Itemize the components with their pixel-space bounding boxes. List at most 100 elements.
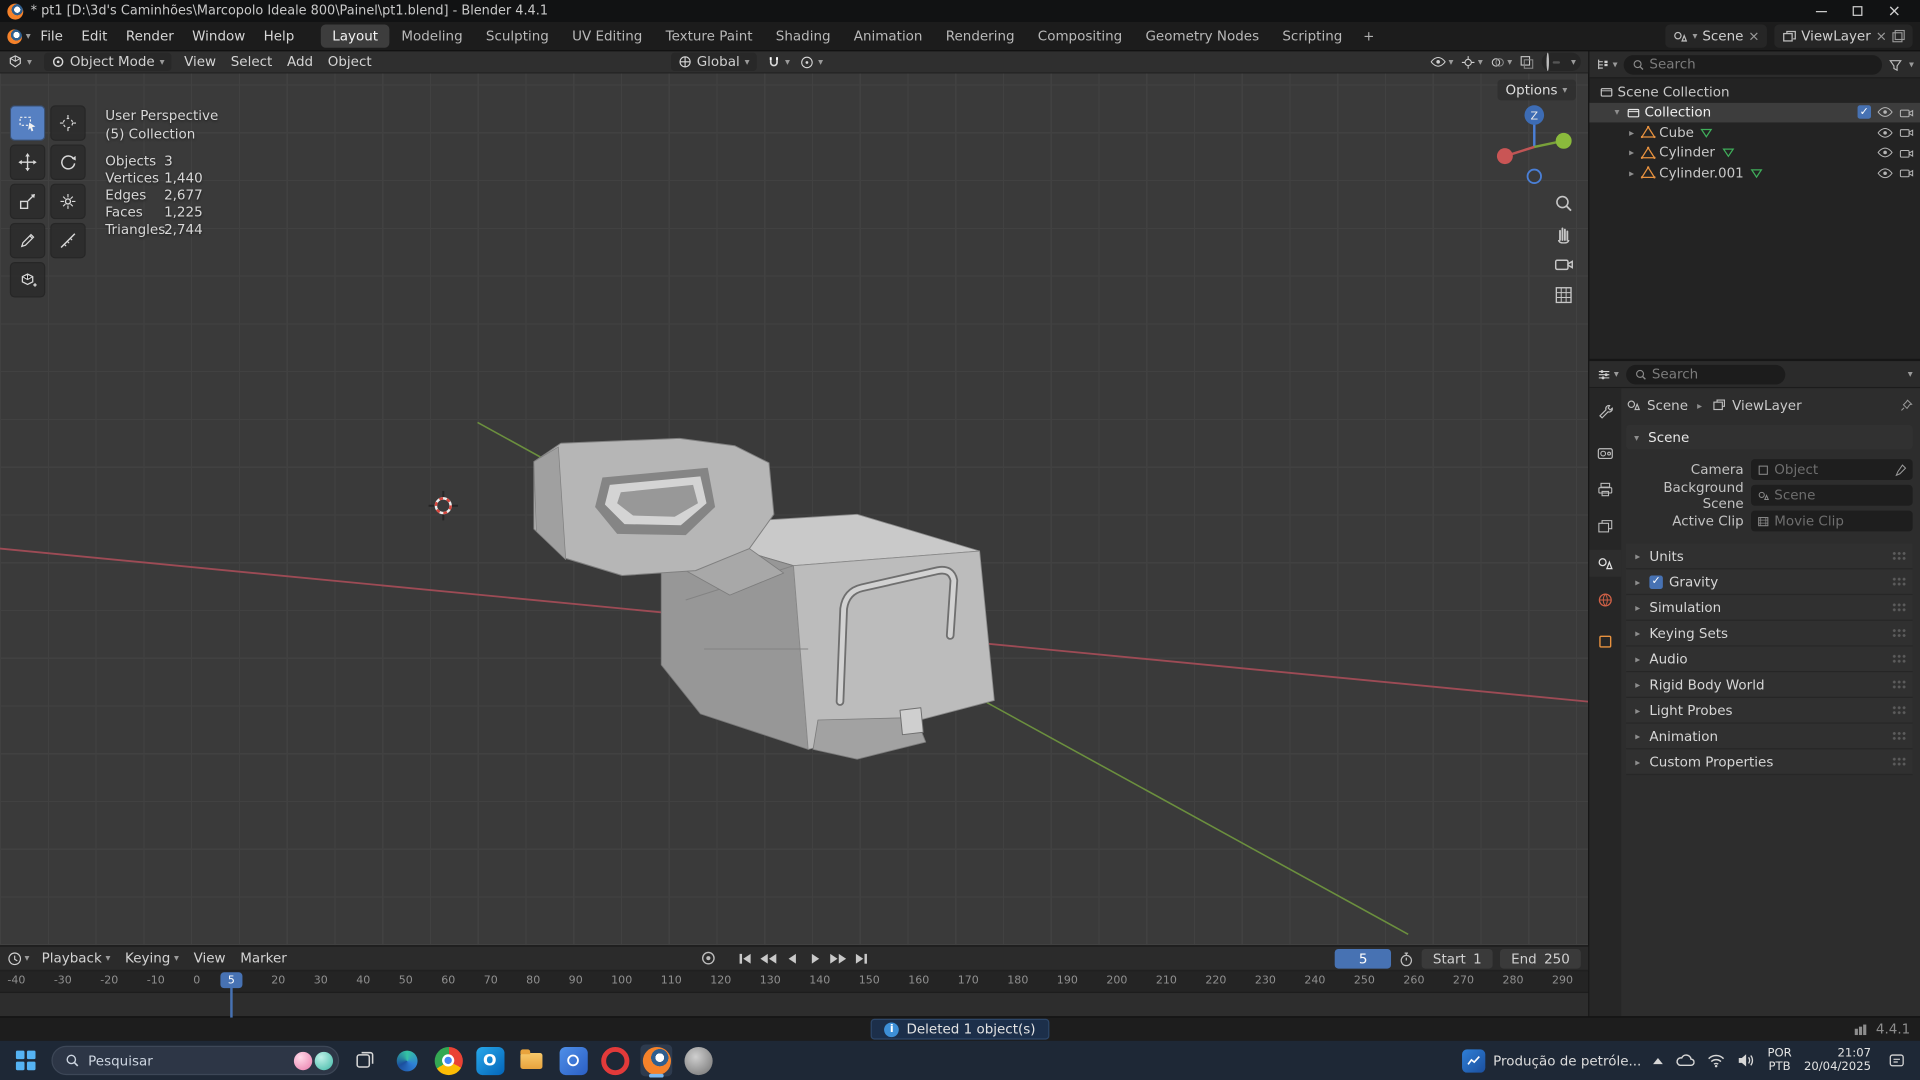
chrome-app-button[interactable] bbox=[432, 1044, 464, 1076]
menu-edit[interactable]: Edit bbox=[73, 24, 116, 47]
tab-animation[interactable]: Animation bbox=[843, 24, 934, 47]
pan-hand-icon[interactable] bbox=[1554, 224, 1574, 244]
overlays-dropdown[interactable]: ▾ bbox=[1490, 54, 1512, 69]
timeline-editor-type-button[interactable]: ▾ bbox=[7, 951, 29, 966]
language-indicator[interactable]: POR PTB bbox=[1767, 1047, 1791, 1074]
start-frame-field[interactable]: Start1 bbox=[1422, 949, 1493, 969]
news-widget[interactable]: Produção de petróle... bbox=[1462, 1049, 1641, 1072]
start-button[interactable] bbox=[10, 1044, 42, 1076]
tool-transform[interactable] bbox=[50, 184, 86, 220]
tool-select-box[interactable] bbox=[10, 105, 46, 141]
render-camera-icon[interactable] bbox=[1899, 126, 1914, 138]
tool-cursor[interactable] bbox=[50, 105, 86, 141]
collection-checkbox[interactable]: ✓ bbox=[1858, 106, 1871, 119]
section-light-probes[interactable]: ▸Light Probes bbox=[1626, 698, 1913, 724]
taskbar-search[interactable]: Pesquisar bbox=[51, 1046, 339, 1075]
outliner-row-cylinder-001[interactable]: ▸ Cylinder.001 bbox=[1589, 163, 1920, 183]
outliner-options-icon[interactable]: ▾ bbox=[1909, 59, 1914, 69]
section-units[interactable]: ▸Units bbox=[1626, 544, 1913, 570]
section-animation[interactable]: ▸Animation bbox=[1626, 724, 1913, 750]
remove-viewlayer-icon[interactable]: × bbox=[1876, 28, 1887, 44]
tab-render-properties[interactable] bbox=[1589, 440, 1621, 467]
camera-object-field[interactable]: Object bbox=[1751, 459, 1913, 480]
hide-eye-icon[interactable] bbox=[1877, 166, 1893, 179]
filter-icon[interactable] bbox=[1888, 57, 1903, 72]
tool-move[interactable] bbox=[10, 144, 46, 180]
timeline-body[interactable] bbox=[0, 993, 1588, 1016]
edge-app-button[interactable] bbox=[391, 1044, 423, 1076]
tab-tool-properties[interactable] bbox=[1589, 398, 1621, 425]
tab-geometry-nodes[interactable]: Geometry Nodes bbox=[1134, 24, 1270, 47]
blender-menu-button[interactable]: ▾ bbox=[7, 29, 30, 44]
viewlayer-selector[interactable]: ViewLayer × bbox=[1774, 24, 1912, 47]
background-scene-field[interactable]: Scene bbox=[1751, 485, 1913, 506]
disclosure-icon[interactable]: ▸ bbox=[1626, 127, 1637, 138]
breadcrumb-scene[interactable]: Scene bbox=[1647, 397, 1688, 413]
add-workspace-button[interactable]: + bbox=[1355, 26, 1383, 47]
disclosure-icon[interactable]: ▾ bbox=[1611, 107, 1622, 118]
new-viewlayer-icon[interactable] bbox=[1892, 29, 1905, 42]
tool-rotate[interactable] bbox=[50, 144, 86, 180]
explorer-app-button[interactable] bbox=[516, 1044, 548, 1076]
outliner-row-collection[interactable]: ▾ Collection ✓ bbox=[1589, 102, 1920, 122]
menu-help[interactable]: Help bbox=[255, 24, 303, 47]
ortho-grid-icon[interactable] bbox=[1554, 285, 1574, 305]
section-keying-sets[interactable]: ▸Keying Sets bbox=[1626, 621, 1913, 647]
notification-center-button[interactable] bbox=[1883, 1047, 1910, 1074]
hide-eye-icon[interactable] bbox=[1877, 126, 1893, 139]
outliner-row-cylinder[interactable]: ▸ Cylinder bbox=[1589, 143, 1920, 163]
stopwatch-icon[interactable] bbox=[1399, 951, 1415, 967]
vp-menu-object[interactable]: Object bbox=[328, 54, 372, 70]
gizmo-x-axis[interactable] bbox=[1497, 148, 1513, 164]
active-clip-field[interactable]: Movie Clip bbox=[1751, 511, 1913, 532]
gizmos-dropdown[interactable]: ▾ bbox=[1461, 54, 1483, 69]
unlink-scene-icon[interactable]: × bbox=[1748, 28, 1759, 44]
tl-menu-marker[interactable]: Marker bbox=[240, 950, 287, 966]
render-camera-icon[interactable] bbox=[1899, 147, 1914, 159]
navigation-gizmo[interactable]: Z bbox=[1485, 98, 1583, 196]
vp-menu-select[interactable]: Select bbox=[231, 54, 273, 70]
editor-type-button[interactable]: ▾ bbox=[7, 54, 32, 70]
tab-texture-paint[interactable]: Texture Paint bbox=[655, 24, 764, 47]
outlook-app-button[interactable]: O bbox=[474, 1044, 506, 1076]
prev-keyframe-button[interactable] bbox=[758, 949, 779, 969]
clock[interactable]: 21:07 20/04/2025 bbox=[1804, 1047, 1871, 1074]
end-frame-field[interactable]: End250 bbox=[1500, 949, 1581, 969]
tab-compositing[interactable]: Compositing bbox=[1027, 24, 1133, 47]
gizmo-negz-axis[interactable] bbox=[1528, 170, 1541, 183]
eyedropper-icon[interactable] bbox=[1894, 463, 1906, 475]
tray-chevron-icon[interactable] bbox=[1654, 1057, 1664, 1063]
outliner-editor-type-button[interactable]: ▾ bbox=[1596, 57, 1618, 72]
current-frame-field[interactable]: 5 bbox=[1335, 949, 1391, 969]
scene-selector[interactable]: ▾ Scene × bbox=[1666, 24, 1767, 47]
shading-dropdown-icon[interactable]: ▾ bbox=[1571, 57, 1576, 67]
render-camera-icon[interactable] bbox=[1899, 167, 1914, 179]
gravity-checkbox[interactable]: ✓ bbox=[1649, 575, 1662, 588]
tab-shading[interactable]: Shading bbox=[765, 24, 842, 47]
hide-eye-icon[interactable] bbox=[1877, 106, 1893, 119]
tab-world-properties[interactable] bbox=[1589, 587, 1621, 614]
tab-modeling[interactable]: Modeling bbox=[390, 24, 473, 47]
playhead-line[interactable] bbox=[230, 987, 232, 1018]
disclosure-icon[interactable]: ▸ bbox=[1626, 167, 1637, 178]
wifi-icon[interactable] bbox=[1707, 1053, 1725, 1068]
model-mesh[interactable] bbox=[534, 438, 994, 759]
pin-icon[interactable] bbox=[1900, 399, 1912, 411]
maximize-button[interactable] bbox=[1839, 0, 1876, 22]
tab-viewlayer-properties[interactable] bbox=[1589, 513, 1621, 540]
menu-render[interactable]: Render bbox=[117, 24, 182, 47]
gimp-app-button[interactable] bbox=[682, 1044, 714, 1076]
tool-scale[interactable] bbox=[10, 184, 46, 220]
breadcrumb-viewlayer[interactable]: ViewLayer bbox=[1732, 397, 1802, 413]
tab-scripting[interactable]: Scripting bbox=[1271, 24, 1353, 47]
menu-window[interactable]: Window bbox=[184, 24, 254, 47]
outliner-row-cube[interactable]: ▸ Cube bbox=[1589, 122, 1920, 142]
play-reverse-button[interactable] bbox=[781, 949, 802, 969]
render-camera-icon[interactable] bbox=[1899, 106, 1914, 118]
minimize-button[interactable] bbox=[1802, 0, 1839, 22]
vp-menu-view[interactable]: View bbox=[184, 54, 216, 70]
properties-editor-type-button[interactable]: ▾ bbox=[1597, 367, 1619, 382]
opera-app-button[interactable] bbox=[599, 1044, 631, 1076]
section-custom-properties[interactable]: ▸Custom Properties bbox=[1626, 749, 1913, 775]
gizmo-y-axis[interactable] bbox=[1556, 133, 1572, 149]
